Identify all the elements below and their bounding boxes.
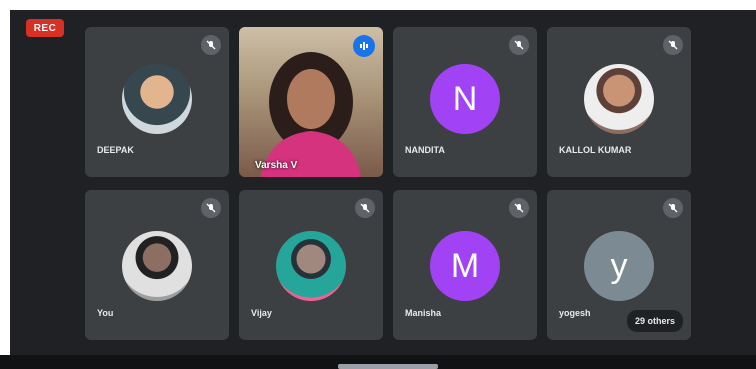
avatar: N (430, 64, 500, 134)
participant-name: NANDITA (405, 145, 445, 155)
mic-off-icon (663, 198, 683, 218)
avatar (122, 231, 192, 301)
audio-level-icon (353, 35, 375, 57)
others-button[interactable]: 29 others (626, 310, 683, 332)
avatar: M (430, 231, 500, 301)
mic-off-icon (201, 198, 221, 218)
participant-tile-manisha[interactable]: M Manisha (393, 190, 537, 340)
mic-off-icon (509, 198, 529, 218)
mic-off-icon (201, 35, 221, 55)
participant-name: You (97, 308, 114, 318)
avatar (122, 64, 192, 134)
avatar (276, 231, 346, 301)
participant-name: DEEPAK (97, 145, 134, 155)
participant-tile-varsha[interactable]: Varsha V (239, 27, 383, 177)
participant-tile-you[interactable]: You (85, 190, 229, 340)
mic-off-icon (509, 35, 529, 55)
participant-tile-kallol-kumar[interactable]: KALLOL KUMAR (547, 27, 691, 177)
participant-tile-nandita[interactable]: N NANDITA (393, 27, 537, 177)
avatar (584, 64, 654, 134)
mic-off-icon (355, 198, 375, 218)
participant-name: yogesh (559, 308, 591, 318)
mic-off-icon (663, 35, 683, 55)
participant-tile-vijay[interactable]: Vijay (239, 190, 383, 340)
participant-name: Varsha V (255, 160, 298, 171)
recording-badge: REC (26, 19, 64, 37)
home-indicator[interactable] (338, 364, 438, 369)
meeting-grid: REC DEEPAK Varsha V N NANDITA KALLOL KUM… (10, 10, 756, 355)
participant-tile-deepak[interactable]: DEEPAK (85, 27, 229, 177)
participant-name: Vijay (251, 308, 272, 318)
participant-name: KALLOL KUMAR (559, 145, 632, 155)
participant-name: Manisha (405, 308, 442, 318)
participant-tile-yogesh[interactable]: y yogesh 29 others (547, 190, 691, 340)
avatar: y (584, 231, 654, 301)
